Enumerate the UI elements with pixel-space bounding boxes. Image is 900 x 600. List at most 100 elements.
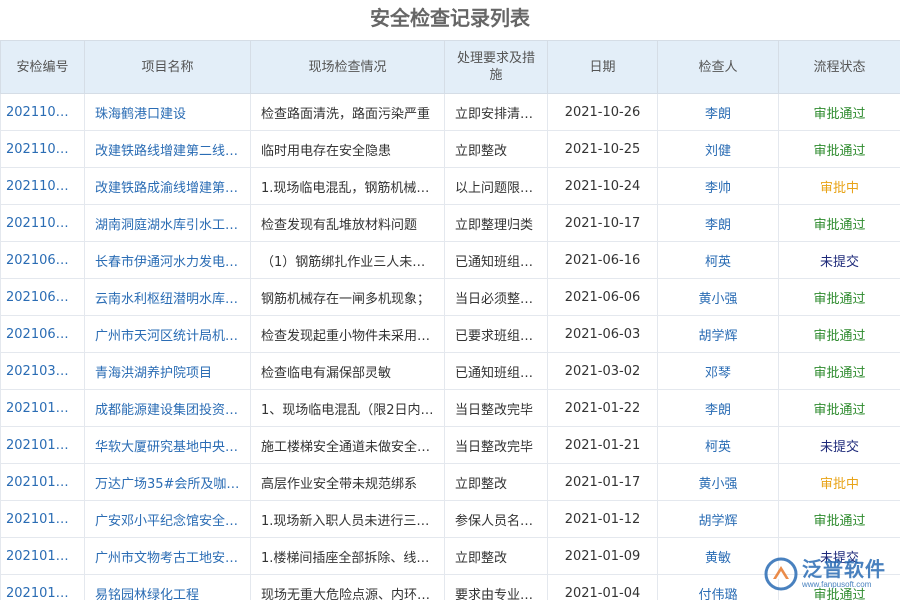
cell-handling-measure: 立即整改 xyxy=(444,537,548,575)
cell-site-check: 临时用电存在安全隐患 xyxy=(250,130,445,168)
col-header-handle[interactable]: 处理要求及措施 xyxy=(444,40,548,94)
cell-inspection-id[interactable]: 2021060… xyxy=(0,241,85,279)
col-header-inspector[interactable]: 检查人 xyxy=(657,40,779,94)
cell-date: 2021-06-03 xyxy=(547,315,658,353)
table-row[interactable]: 2021100… 改建铁路线增建第二线… 临时用电存在安全隐患 立即整改 2021-10… xyxy=(0,130,900,168)
cell-date: 2021-10-26 xyxy=(547,93,658,131)
cell-site-check: （1）钢筋绑扎作业三人未… xyxy=(250,241,445,279)
col-header-id[interactable]: 安检编号 xyxy=(0,40,85,94)
table-row[interactable]: 2021060… 云南水利枢纽潜明水库… 钢筋机械存在一闸多机现象； 当日必须整… 20… xyxy=(0,278,900,316)
cell-inspection-id[interactable]: 2021030… xyxy=(0,352,85,390)
cell-project-name[interactable]: 改建铁路线增建第二线… xyxy=(84,130,251,168)
cell-date: 2021-01-22 xyxy=(547,389,658,427)
col-header-status[interactable]: 流程状态 xyxy=(778,40,900,94)
cell-site-check: 检查临电有漏保部灵敏 xyxy=(250,352,445,390)
page-title: 安全检查记录列表 xyxy=(370,6,530,30)
cell-handling-measure: 当日整改完毕 xyxy=(444,426,548,464)
cell-project-name[interactable]: 青海洪湖养护院项目 xyxy=(84,352,251,390)
table-row[interactable]: 2021010… 万达广场35#会所及咖… 高层作业安全带未规范绑系 立即整改 2021… xyxy=(0,463,900,501)
cell-inspection-id[interactable]: 2021010… xyxy=(0,574,85,600)
cell-project-name[interactable]: 长春市伊通河水力发电… xyxy=(84,241,251,279)
table-row[interactable]: 2021010… 华软大厦研究基地中央… 施工楼梯安全通道未做安全… 当日整改完毕 20… xyxy=(0,426,900,464)
cell-handling-measure: 要求由专业… xyxy=(444,574,548,600)
cell-inspector[interactable]: 李朗 xyxy=(657,204,779,242)
cell-inspection-id[interactable]: 2021060… xyxy=(0,278,85,316)
cell-inspector[interactable]: 付伟璐 xyxy=(657,574,779,600)
cell-inspector[interactable]: 黄小强 xyxy=(657,278,779,316)
cell-site-check: 1.现场临电混乱，钢筋机械… xyxy=(250,167,445,205)
cell-date: 2021-01-17 xyxy=(547,463,658,501)
table-row[interactable]: 2021100… 改建铁路成渝线增建第… 1.现场临电混乱，钢筋机械… 以上问题限… 2… xyxy=(0,167,900,205)
cell-inspector[interactable]: 胡学辉 xyxy=(657,500,779,538)
cell-inspection-id[interactable]: 2021060… xyxy=(0,315,85,353)
company-logo: 泛普软件 www.fanpusoft.com xyxy=(764,552,894,596)
cell-project-name[interactable]: 珠海鹤港口建设 xyxy=(84,93,251,131)
cell-handling-measure: 立即整改 xyxy=(444,130,548,168)
cell-project-name[interactable]: 广州市文物考古工地安… xyxy=(84,537,251,575)
cell-inspector[interactable]: 黄小强 xyxy=(657,463,779,501)
cell-inspection-id[interactable]: 2021010… xyxy=(0,463,85,501)
cell-inspection-id[interactable]: 2021010… xyxy=(0,500,85,538)
cell-inspection-id[interactable]: 2021100… xyxy=(0,130,85,168)
cell-inspector[interactable]: 黄敏 xyxy=(657,537,779,575)
cell-inspection-id[interactable]: 2021010… xyxy=(0,426,85,464)
cell-status: 审批通过 xyxy=(778,93,900,131)
cell-status: 审批中 xyxy=(778,167,900,205)
cell-date: 2021-03-02 xyxy=(547,352,658,390)
cell-site-check: 1、现场临电混乱（限2日内… xyxy=(250,389,445,427)
table-row[interactable]: 2021060… 广州市天河区统计局机… 检查发现起重小物件未采用… 已要求班组… 20… xyxy=(0,315,900,353)
cell-handling-measure: 立即整改 xyxy=(444,463,548,501)
cell-handling-measure: 参保人员名… xyxy=(444,500,548,538)
cell-project-name[interactable]: 华软大厦研究基地中央… xyxy=(84,426,251,464)
cell-date: 2021-10-24 xyxy=(547,167,658,205)
cell-project-name[interactable]: 广州市天河区统计局机… xyxy=(84,315,251,353)
cell-status: 审批通过 xyxy=(778,278,900,316)
cell-date: 2021-01-21 xyxy=(547,426,658,464)
cell-site-check: 1.现场新入职人员未进行三… xyxy=(250,500,445,538)
cell-project-name[interactable]: 易铭园林绿化工程 xyxy=(84,574,251,600)
cell-inspection-id[interactable]: 2021100… xyxy=(0,204,85,242)
cell-inspector[interactable]: 胡学辉 xyxy=(657,315,779,353)
cell-inspector[interactable]: 柯英 xyxy=(657,241,779,279)
cell-date: 2021-06-16 xyxy=(547,241,658,279)
cell-inspector[interactable]: 邓琴 xyxy=(657,352,779,390)
cell-inspection-id[interactable]: 2021010… xyxy=(0,389,85,427)
table-row[interactable]: 2021010… 成都能源建设集团投资… 1、现场临电混乱（限2日内… 当日整改完毕 2… xyxy=(0,389,900,427)
col-header-date[interactable]: 日期 xyxy=(547,40,658,94)
table-row[interactable]: 2021100… 珠海鹤港口建设 检查路面清洗，路面污染严重 立即安排清… 2021-1… xyxy=(0,93,900,131)
cell-inspector[interactable]: 柯英 xyxy=(657,426,779,464)
cell-project-name[interactable]: 湖南洞庭湖水库引水工… xyxy=(84,204,251,242)
cell-handling-measure: 以上问题限… xyxy=(444,167,548,205)
cell-handling-measure: 当日必须整… xyxy=(444,278,548,316)
cell-status: 审批通过 xyxy=(778,315,900,353)
cell-handling-measure: 当日整改完毕 xyxy=(444,389,548,427)
cell-inspector[interactable]: 李朗 xyxy=(657,93,779,131)
cell-inspector[interactable]: 刘健 xyxy=(657,130,779,168)
cell-project-name[interactable]: 改建铁路成渝线增建第… xyxy=(84,167,251,205)
cell-inspector[interactable]: 李帅 xyxy=(657,167,779,205)
table-row[interactable]: 2021010… 广安邓小平纪念馆安全… 1.现场新入职人员未进行三… 参保人员名… 2… xyxy=(0,500,900,538)
table-row[interactable]: 2021060… 长春市伊通河水力发电… （1）钢筋绑扎作业三人未… 已通知班组… 20… xyxy=(0,241,900,279)
col-header-project[interactable]: 项目名称 xyxy=(84,40,251,94)
cell-handling-measure: 已通知班组… xyxy=(444,241,548,279)
inspection-table: 安检编号 项目名称 现场检查情况 处理要求及措施 日期 检查人 流程状态 202… xyxy=(0,40,900,600)
cell-inspection-id[interactable]: 2021010… xyxy=(0,537,85,575)
cell-inspection-id[interactable]: 2021100… xyxy=(0,93,85,131)
table-row[interactable]: 2021100… 湖南洞庭湖水库引水工… 检查发现有乱堆放材料问题 立即整理归类 202… xyxy=(0,204,900,242)
cell-status: 审批通过 xyxy=(778,389,900,427)
cell-status: 审批通过 xyxy=(778,204,900,242)
logo-url: www.fanpusoft.com xyxy=(802,580,872,589)
table-row[interactable]: 2021030… 青海洪湖养护院项目 检查临电有漏保部灵敏 已通知班组… 2021-03… xyxy=(0,352,900,390)
cell-project-name[interactable]: 广安邓小平纪念馆安全… xyxy=(84,500,251,538)
cell-handling-measure: 立即安排清… xyxy=(444,93,548,131)
cell-project-name[interactable]: 成都能源建设集团投资… xyxy=(84,389,251,427)
cell-handling-measure: 已通知班组… xyxy=(444,352,548,390)
cell-site-check: 施工楼梯安全通道未做安全… xyxy=(250,426,445,464)
cell-status: 未提交 xyxy=(778,426,900,464)
col-header-check[interactable]: 现场检查情况 xyxy=(250,40,445,94)
cell-date: 2021-01-09 xyxy=(547,537,658,575)
cell-project-name[interactable]: 万达广场35#会所及咖… xyxy=(84,463,251,501)
cell-project-name[interactable]: 云南水利枢纽潜明水库… xyxy=(84,278,251,316)
cell-inspection-id[interactable]: 2021100… xyxy=(0,167,85,205)
cell-inspector[interactable]: 李朗 xyxy=(657,389,779,427)
